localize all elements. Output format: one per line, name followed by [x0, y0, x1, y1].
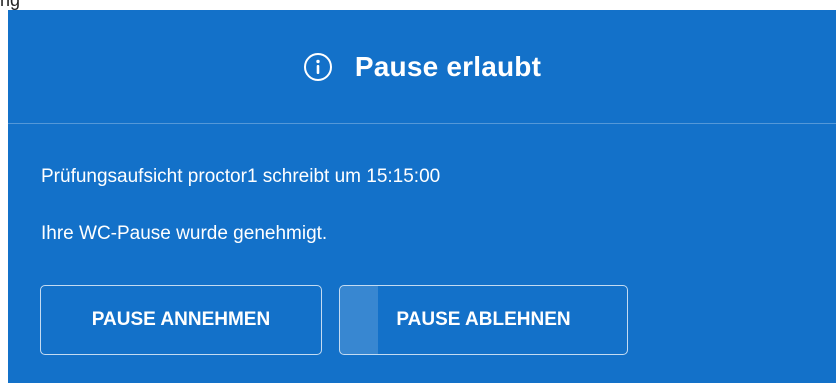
page: ng Pause erlaubt Prüfungsaufsicht procto…: [0, 0, 836, 383]
info-icon: [303, 52, 332, 81]
approval-message: Ihre WC-Pause wurde genehmigt.: [41, 223, 328, 244]
accept-pause-button[interactable]: PAUSE ANNEHMEN: [40, 285, 322, 355]
decline-pause-button[interactable]: PAUSE ABLEHNEN: [339, 285, 628, 355]
dialog-actions: PAUSE ANNEHMEN PAUSE ABLEHNEN: [40, 285, 628, 355]
dialog-body: Prüfungsaufsicht proctor1 schreibt um 15…: [8, 166, 836, 245]
dialog-title: Pause erlaubt: [354, 50, 542, 82]
decline-pause-label: PAUSE ABLEHNEN: [396, 309, 571, 330]
accept-pause-label: PAUSE ANNEHMEN: [91, 309, 271, 330]
dialog-header: Pause erlaubt: [8, 10, 836, 124]
button-hover-highlight: [340, 286, 378, 354]
pause-dialog: Pause erlaubt Prüfungsaufsicht proctor1 …: [8, 10, 836, 383]
proctor-message: Prüfungsaufsicht proctor1 schreibt um 15…: [41, 166, 441, 187]
background-text-fragment: ng: [0, 0, 21, 10]
